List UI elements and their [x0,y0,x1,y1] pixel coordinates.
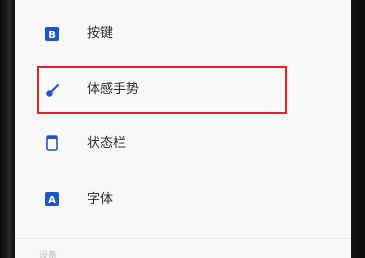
font-a-icon: A [45,192,59,206]
phone-frame: B 按键 体感手势 状态栏 A 字体 设备 [0,0,365,258]
settings-screen: B 按键 体感手势 状态栏 A 字体 设备 [15,0,352,258]
settings-item-buttons[interactable]: B 按键 [15,12,352,56]
settings-item-font[interactable]: A 字体 [15,178,352,222]
settings-item-label: 按键 [87,26,114,41]
highlight-annotation [37,66,287,114]
settings-item-label: 状态栏 [87,136,127,151]
section-divider [15,238,352,239]
svg-text:A: A [48,195,56,206]
settings-item-status-bar[interactable]: 状态栏 [15,122,352,166]
button-b-icon: B [45,27,59,41]
settings-item-label: 字体 [87,192,114,207]
section-header: 设备 [39,251,58,258]
status-bar-icon [45,135,59,151]
svg-text:B: B [48,30,56,41]
